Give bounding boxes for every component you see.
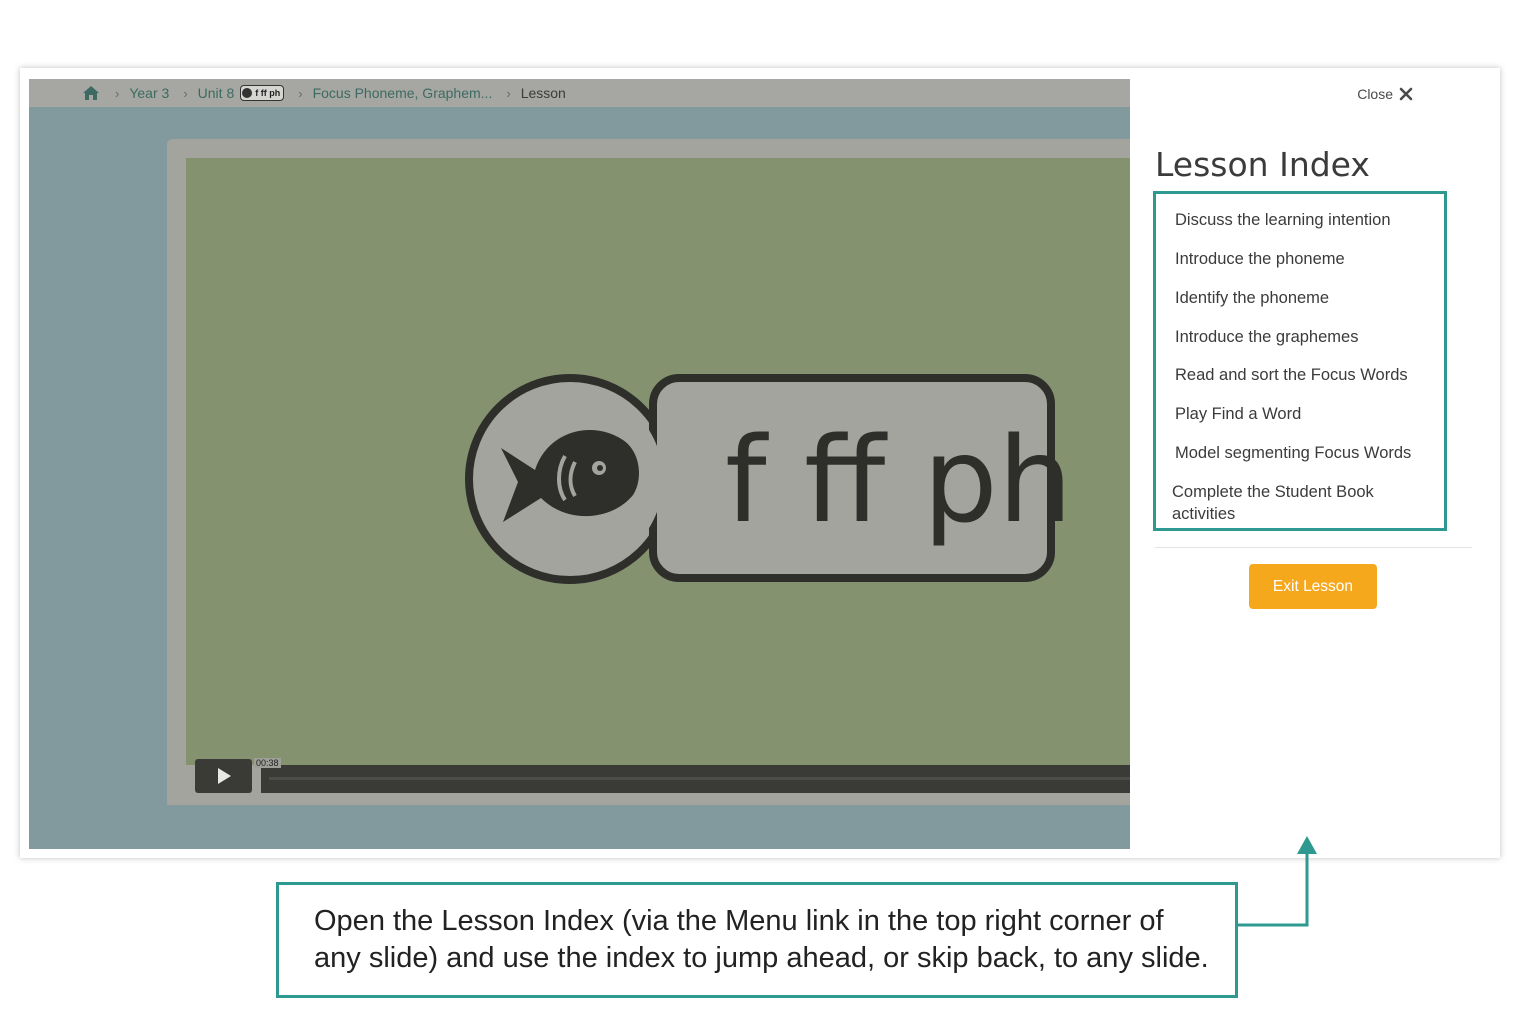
instruction-callout: Open the Lesson Index (via the Menu link… [276,882,1238,998]
callout-text: Open the Lesson Index (via the Menu link… [314,905,1209,974]
callout-arrow [1232,836,1317,927]
